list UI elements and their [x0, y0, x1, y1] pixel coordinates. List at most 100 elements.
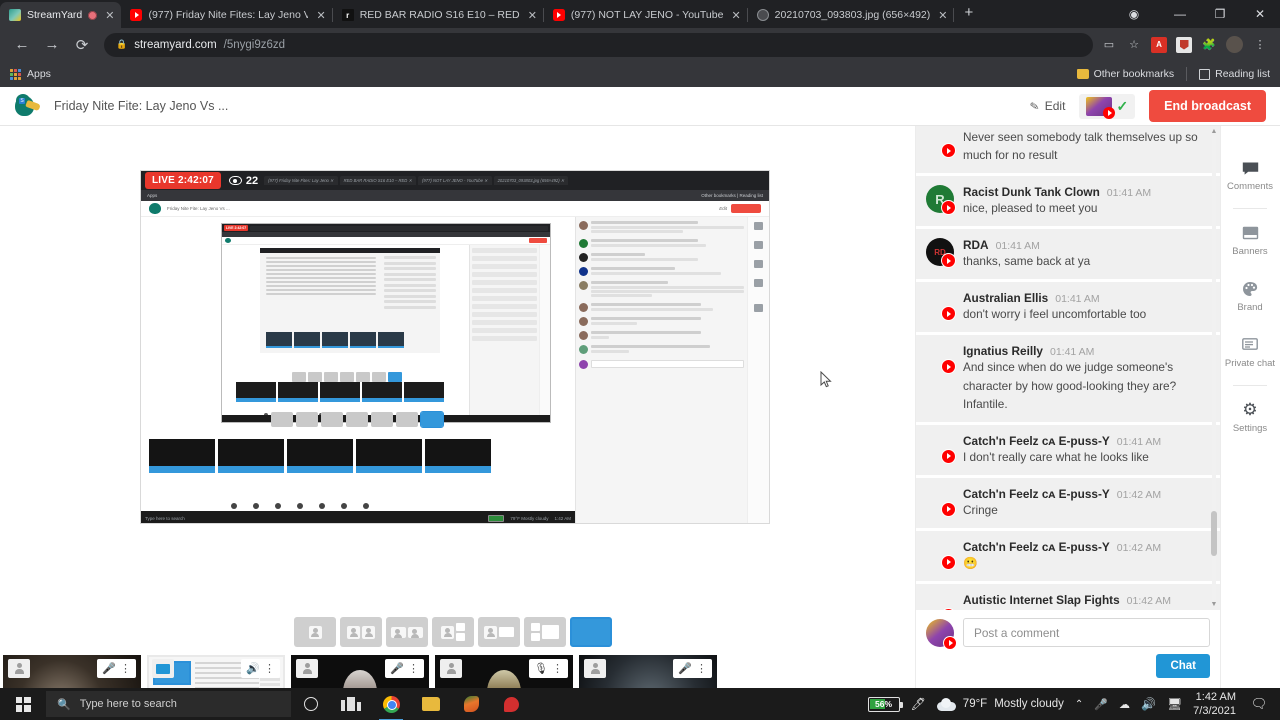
taskbar-chrome-button[interactable] — [371, 695, 411, 720]
scroll-down-arrow-icon[interactable]: ▼ — [1210, 601, 1218, 608]
participant-controls[interactable]: 🎤 ⋮ — [97, 659, 136, 678]
browser-tab-not-lay-jeno[interactable]: (977) NOT LAY JENO - YouTube ✕ — [544, 2, 748, 28]
window-minimize-button[interactable]: — — [1160, 0, 1200, 28]
rail-item-settings[interactable]: ⚙ Settings — [1221, 390, 1280, 446]
comment-input[interactable] — [963, 618, 1210, 647]
youtube-badge-icon — [1103, 106, 1116, 119]
apps-shortcut[interactable]: Apps — [10, 68, 51, 80]
broadcast-preview[interactable]: LIVE 2:42:07 22 (977) Friday Nite Fites:… — [140, 170, 770, 524]
rail-item-comments[interactable]: Comments — [1221, 148, 1280, 204]
battery-status[interactable]: 56% — [867, 696, 903, 712]
notifications-button[interactable]: 🗨 — [1247, 696, 1271, 712]
edit-button[interactable]: ✎ Edit — [1029, 99, 1066, 113]
carrot-app-icon — [463, 696, 479, 712]
layout-option-leader-side[interactable] — [432, 617, 474, 647]
taskbar-red-app-button[interactable] — [491, 696, 531, 712]
show-hidden-icons-chevron-icon[interactable]: ⌃ — [1075, 699, 1083, 710]
microphone-icon[interactable]: 🎤 — [390, 662, 404, 675]
new-tab-button[interactable]: + — [954, 4, 983, 24]
tab-close-icon[interactable]: ✕ — [316, 9, 325, 22]
rail-item-private-chat[interactable]: Private chat — [1221, 325, 1280, 381]
more-options-icon[interactable]: ⋮ — [696, 662, 707, 675]
layout-option-stack-screen[interactable] — [524, 617, 566, 647]
start-button[interactable] — [0, 696, 46, 712]
participant-person-icon[interactable] — [296, 659, 318, 678]
destination-chip[interactable]: ✓ — [1079, 93, 1136, 119]
taskbar-file-explorer-button[interactable] — [411, 697, 451, 711]
participant-controls[interactable]: 🎤 ⋮ — [673, 659, 712, 678]
browser-tab-image[interactable]: 20210703_093803.jpg (656×492) ✕ — [748, 2, 955, 28]
layout-option-two-split[interactable] — [340, 617, 382, 647]
banner-icon — [1242, 224, 1259, 242]
taskbar-search-box[interactable]: 🔍 Type here to search — [46, 691, 291, 717]
window-close-button[interactable]: ✕ — [1240, 0, 1280, 28]
comments-list[interactable]: Never seen somebody talk themselves up s… — [916, 126, 1220, 610]
participant-person-icon[interactable] — [440, 659, 462, 678]
layout-option-solo[interactable] — [294, 617, 336, 647]
reload-button-icon[interactable]: ⟳ — [68, 31, 96, 59]
tab-close-icon[interactable]: ✕ — [528, 9, 537, 22]
browser-tab-red-bar-radio[interactable]: r RED BAR RADIO S16 E10 – REDB ✕ — [333, 2, 544, 28]
cortana-button[interactable] — [291, 697, 331, 711]
location-pin-icon[interactable]: ◉ — [1114, 0, 1154, 28]
participant-controls[interactable]: 🎙 ⋮ — [529, 659, 568, 678]
layout-option-two-wide[interactable] — [386, 617, 428, 647]
taskbar-clock[interactable]: 1:42 AM 7/3/2021 — [1193, 690, 1236, 719]
network-icon[interactable]: 🖥 — [1167, 697, 1182, 711]
forward-button-icon[interactable]: → — [38, 31, 66, 59]
comments-scrollbar[interactable]: ▲ ▼ — [1210, 126, 1218, 610]
comment-text: don't worry i feel uncomfortable too — [963, 307, 1147, 322]
browser-tab-streamyard[interactable]: StreamYard ✕ — [0, 2, 122, 28]
red-app-icon — [503, 696, 519, 712]
rail-item-brand[interactable]: Brand — [1221, 269, 1280, 325]
chrome-menu-icon[interactable]: ⋮ — [1252, 37, 1268, 53]
speaker-icon[interactable]: 🔊 — [246, 662, 260, 675]
reading-list-button[interactable]: Reading list — [1199, 68, 1270, 80]
microphone-muted-icon[interactable]: 🎙 — [534, 662, 548, 675]
end-broadcast-button[interactable]: End broadcast — [1149, 90, 1266, 122]
participant-person-icon[interactable] — [8, 659, 30, 678]
tab-close-icon[interactable]: ✕ — [105, 9, 114, 22]
scroll-up-arrow-icon[interactable]: ▲ — [1210, 128, 1218, 135]
onedrive-icon[interactable]: ☁ — [1119, 698, 1130, 711]
microphone-tray-icon[interactable]: 🎤 — [1094, 698, 1108, 711]
volume-icon[interactable]: 🔊 — [1141, 697, 1156, 711]
task-view-button[interactable] — [331, 697, 371, 711]
more-options-icon[interactable]: ⋮ — [408, 662, 419, 675]
participant-screen-icon[interactable] — [152, 659, 174, 678]
more-options-icon[interactable]: ⋮ — [264, 662, 275, 675]
participant-person-icon[interactable] — [584, 659, 606, 678]
weather-widget[interactable]: 79°F Mostly cloudy — [936, 697, 1064, 711]
rail-item-banners[interactable]: Banners — [1221, 213, 1280, 269]
tab-title: (977) NOT LAY JENO - YouTube — [570, 9, 724, 21]
browser-tab-friday-nite-fites[interactable]: (977) Friday Nite Fites: Lay Jeno V ✕ — [121, 2, 333, 28]
other-bookmarks-button[interactable]: Other bookmarks — [1076, 68, 1174, 80]
tab-close-icon[interactable]: ✕ — [938, 9, 947, 22]
media-cast-icon[interactable]: ▭ — [1101, 37, 1117, 53]
pen-icon[interactable]: 🖊 — [911, 697, 926, 711]
star-bookmark-icon[interactable]: ☆ — [1126, 37, 1142, 53]
back-button-icon[interactable]: ← — [8, 31, 36, 59]
microphone-icon[interactable]: 🎤 — [678, 662, 692, 675]
layout-option-person-screen[interactable] — [478, 617, 520, 647]
streamyard-duck-logo-icon[interactable]: S — [14, 93, 42, 119]
pdf-extension-icon[interactable]: A — [1151, 36, 1167, 53]
viewer-count: 22 — [228, 175, 258, 187]
microphone-icon[interactable]: 🎤 — [102, 662, 116, 675]
participant-controls[interactable]: 🔊 ⋮ — [241, 659, 280, 678]
clock-time: 1:42 AM — [1195, 690, 1236, 703]
window-maximize-button[interactable]: ❐ — [1200, 0, 1240, 28]
more-options-icon[interactable]: ⋮ — [552, 662, 563, 675]
recursive-preview-level2: LIVE 2:42:07 — [221, 223, 551, 423]
taskbar-carrot-app-button[interactable] — [451, 696, 491, 712]
address-bar[interactable]: 🔒 streamyard.com/5nygi9z6zd — [104, 32, 1093, 57]
profile-avatar-icon[interactable] — [1226, 36, 1243, 53]
participant-controls[interactable]: 🎤 ⋮ — [385, 659, 424, 678]
layout-option-screen-only[interactable] — [570, 617, 612, 647]
tab-close-icon[interactable]: ✕ — [731, 9, 740, 22]
scrollbar-thumb[interactable] — [1211, 511, 1217, 556]
send-chat-button[interactable]: Chat — [1156, 654, 1210, 678]
redirect-blocker-icon[interactable] — [1176, 36, 1192, 53]
extensions-puzzle-icon[interactable]: 🧩 — [1201, 37, 1217, 53]
more-options-icon[interactable]: ⋮ — [120, 662, 131, 675]
